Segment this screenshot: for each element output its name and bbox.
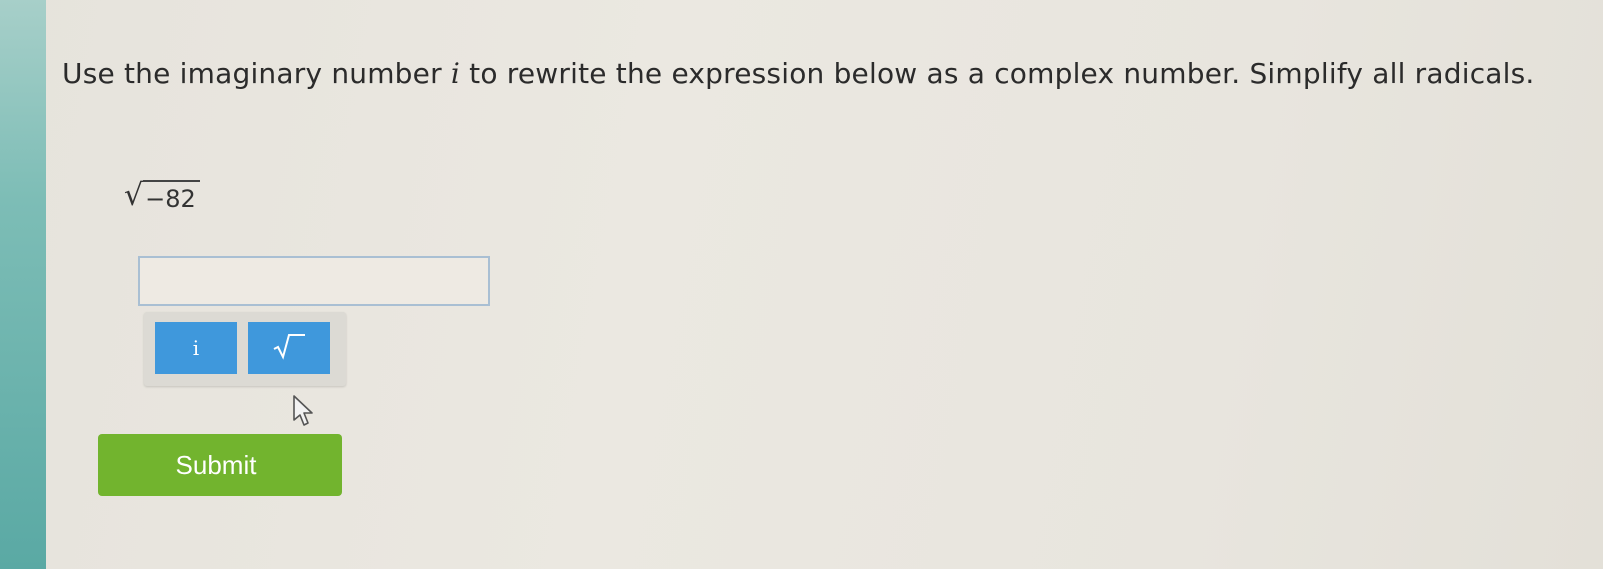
question-part-2: to rewrite the expression below as a com… — [460, 57, 1535, 90]
question-part-1: Use the imaginary number — [62, 57, 451, 90]
question-text: Use the imaginary number i to rewrite th… — [62, 50, 1572, 98]
square-root-icon — [271, 332, 307, 365]
mouse-pointer-icon — [292, 394, 318, 428]
left-sidebar-strip — [0, 0, 46, 569]
square-root-button[interactable] — [248, 322, 330, 374]
math-toolbar: i — [144, 312, 346, 386]
imaginary-i-label: i — [192, 336, 200, 360]
answer-input[interactable] — [138, 256, 490, 306]
submit-button[interactable]: Submit — [98, 434, 342, 496]
imaginary-symbol: i — [450, 57, 461, 90]
radical-sign: √ — [124, 178, 144, 213]
imaginary-i-button[interactable]: i — [155, 322, 237, 374]
math-expression: √ −82 — [124, 170, 200, 220]
radicand: −82 — [143, 180, 200, 214]
submit-label: Submit — [175, 449, 257, 480]
